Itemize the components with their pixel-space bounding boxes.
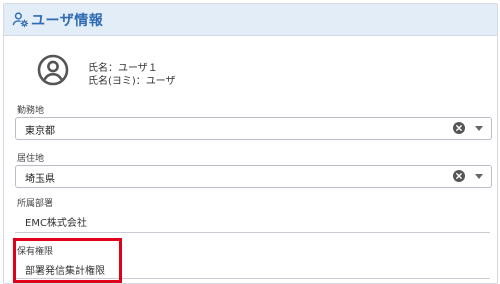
department-value: EMC株式会社 <box>25 218 87 229</box>
clear-icon[interactable] <box>453 122 465 134</box>
residence-select[interactable]: 埼玉県 <box>15 165 492 188</box>
workplace-select[interactable]: 東京都 <box>15 117 492 140</box>
residence-label: 居住地 <box>17 154 45 164</box>
card-header: ユーザ情報 <box>4 4 497 36</box>
page-title: ユーザ情報 <box>31 13 104 29</box>
department-label: 所属部署 <box>17 199 54 209</box>
workplace-label: 勤務地 <box>17 106 45 116</box>
highlight-box <box>13 238 122 283</box>
clear-icon[interactable] <box>453 170 465 182</box>
workplace-value: 東京都 <box>25 126 55 137</box>
user-gear-icon <box>12 12 29 28</box>
residence-value: 埼玉県 <box>25 174 55 185</box>
user-info-card: ユーザ情報 氏名：ユーザ１ 氏名(ヨミ)：ユーザ 勤務地 東京都 居住地 埼玉県… <box>3 3 498 284</box>
chevron-down-icon[interactable] <box>475 174 483 179</box>
chevron-down-icon[interactable] <box>475 126 483 131</box>
account-circle-icon <box>37 54 69 86</box>
department-divider <box>15 232 490 233</box>
user-name-kana: 氏名(ヨミ)：ユーザ <box>88 76 176 87</box>
